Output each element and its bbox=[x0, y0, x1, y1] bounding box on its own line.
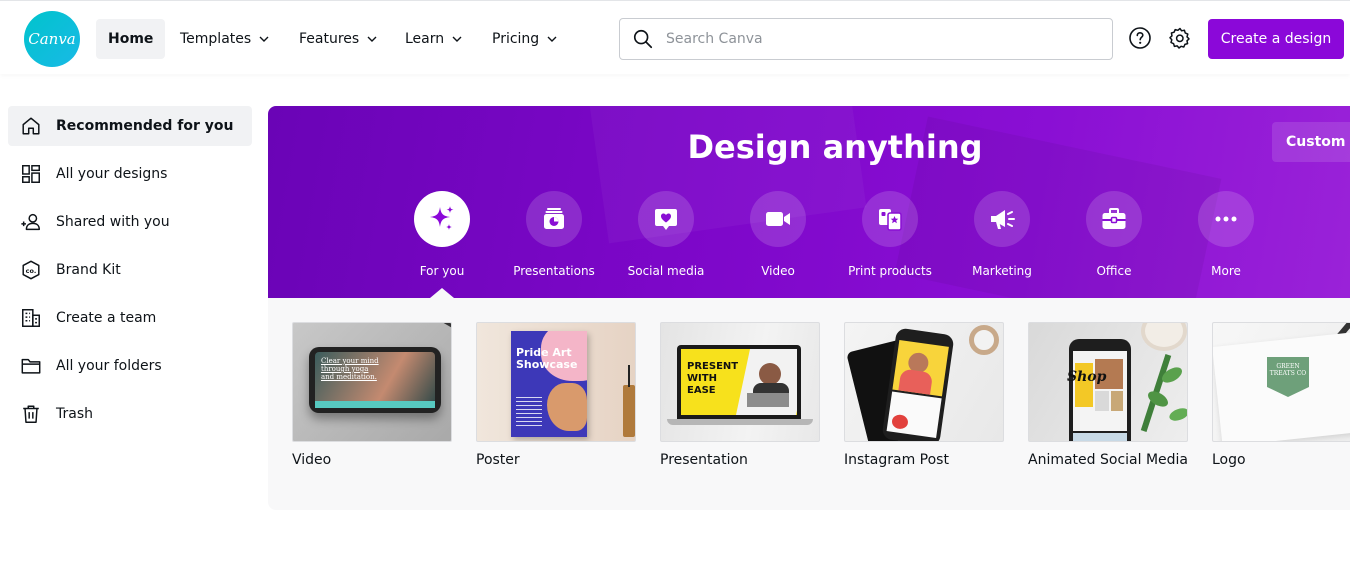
category-label: Social media bbox=[627, 264, 705, 278]
nav-learn-label: Learn bbox=[405, 31, 445, 47]
video-camera-icon bbox=[766, 212, 790, 226]
design-card-label: Instagram Post bbox=[844, 452, 949, 468]
top-navigation-bar: Canva Home Templates Features Learn Pric… bbox=[0, 0, 1350, 74]
heart-chat-icon bbox=[655, 209, 677, 230]
category-office[interactable]: Office bbox=[1058, 191, 1170, 278]
nav-pricing-label: Pricing bbox=[492, 31, 540, 47]
design-card-label: Animated Social Media bbox=[1028, 452, 1189, 468]
sidebar-item-label: All your folders bbox=[56, 358, 162, 374]
category-social-media[interactable]: Social media bbox=[610, 191, 722, 278]
more-dots-icon bbox=[1215, 216, 1237, 222]
create-design-button[interactable]: Create a design bbox=[1208, 19, 1344, 59]
home-icon bbox=[22, 117, 40, 135]
design-card-animated-social-media[interactable]: Shop Animated Social Media bbox=[1028, 322, 1188, 468]
gear-icon bbox=[1169, 27, 1190, 49]
recommended-designs-panel: Clear your mind through yoga and meditat… bbox=[268, 298, 1350, 510]
sidebar-item-shared[interactable]: Shared with you bbox=[8, 202, 252, 242]
nav-home-label: Home bbox=[108, 31, 154, 47]
settings-button[interactable] bbox=[1167, 25, 1193, 51]
custom-size-button[interactable]: Custom s bbox=[1272, 122, 1350, 162]
nav-pricing[interactable]: Pricing bbox=[480, 19, 571, 59]
trash-icon bbox=[23, 405, 39, 423]
sidebar: Recommended for you All your designs Sha… bbox=[8, 106, 252, 442]
design-card-label: Presentation bbox=[660, 452, 748, 468]
chevron-down-icon bbox=[452, 36, 462, 42]
sidebar-item-label: Brand Kit bbox=[56, 262, 121, 278]
brand-kit-icon: co. bbox=[22, 260, 40, 280]
nav-learn[interactable]: Learn bbox=[393, 19, 476, 59]
sidebar-item-label: Trash bbox=[56, 406, 93, 422]
sidebar-item-create-team[interactable]: Create a team bbox=[8, 298, 252, 338]
sidebar-item-all-designs[interactable]: All your designs bbox=[8, 154, 252, 194]
poster-thumbnail-text: Pride Art Showcase bbox=[516, 346, 578, 371]
category-label: Video bbox=[761, 264, 795, 278]
category-marketing[interactable]: Marketing bbox=[946, 191, 1058, 278]
category-label: Print products bbox=[848, 264, 932, 278]
nav-templates[interactable]: Templates bbox=[168, 19, 283, 59]
sparkle-icon bbox=[430, 206, 454, 230]
category-for-you[interactable]: For you bbox=[386, 191, 498, 278]
sidebar-item-label: Shared with you bbox=[56, 214, 170, 230]
category-label: Marketing bbox=[972, 264, 1032, 278]
nav-templates-label: Templates bbox=[180, 31, 252, 47]
svg-text:co.: co. bbox=[26, 267, 37, 275]
nav-home[interactable]: Home bbox=[96, 19, 166, 59]
category-print-products[interactable]: Print products bbox=[834, 191, 946, 278]
help-button[interactable] bbox=[1127, 25, 1153, 51]
grid-icon bbox=[22, 165, 40, 183]
sidebar-item-recommended[interactable]: Recommended for you bbox=[8, 106, 252, 146]
animated-thumbnail-text: Shop bbox=[1067, 369, 1107, 385]
design-card-label: Logo bbox=[1212, 452, 1246, 468]
selected-category-pointer bbox=[430, 288, 454, 298]
poster-thumbnail: Pride Art Showcase bbox=[476, 322, 636, 442]
design-card-poster[interactable]: Pride Art Showcase Poster bbox=[476, 322, 636, 468]
design-card-label: Video bbox=[292, 452, 332, 468]
megaphone-icon bbox=[991, 210, 1015, 229]
chevron-down-icon bbox=[259, 36, 269, 42]
logo-thumbnail-text: GREEN TREATS CO bbox=[1269, 363, 1307, 377]
design-card-logo[interactable]: GREEN TREATS CO Logo bbox=[1212, 322, 1350, 468]
logo-thumbnail: GREEN TREATS CO bbox=[1212, 322, 1350, 442]
category-label: Presentations bbox=[513, 264, 595, 278]
shared-users-icon bbox=[21, 213, 40, 231]
presentation-thumbnail: PRESENT WITH EASE bbox=[660, 322, 820, 442]
sidebar-item-brand-kit[interactable]: co. Brand Kit bbox=[8, 250, 252, 290]
video-thumbnail: Clear your mind through yoga and meditat… bbox=[292, 322, 452, 442]
design-card-presentation[interactable]: PRESENT WITH EASE Presentation bbox=[660, 322, 820, 468]
print-products-icon bbox=[879, 209, 902, 231]
canva-logo[interactable]: Canva bbox=[24, 11, 80, 67]
category-presentations[interactable]: Presentations bbox=[498, 191, 610, 278]
presentation-thumbnail-text: PRESENT WITH EASE bbox=[687, 361, 739, 396]
search-bar[interactable] bbox=[619, 18, 1113, 60]
instagram-post-thumbnail bbox=[844, 322, 1004, 442]
sidebar-item-folders[interactable]: All your folders bbox=[8, 346, 252, 386]
sidebar-item-label: All your designs bbox=[56, 166, 168, 182]
nav-features-label: Features bbox=[299, 31, 360, 47]
nav-features[interactable]: Features bbox=[287, 19, 391, 59]
sidebar-item-label: Create a team bbox=[56, 310, 157, 326]
category-label: Office bbox=[1096, 264, 1132, 278]
video-thumbnail-text: Clear your mind through yoga and meditat… bbox=[321, 357, 379, 381]
category-label: More bbox=[1211, 264, 1241, 278]
design-card-label: Poster bbox=[476, 452, 520, 468]
folder-icon bbox=[21, 358, 41, 374]
building-icon bbox=[22, 309, 40, 327]
chevron-down-icon bbox=[547, 36, 557, 42]
category-video[interactable]: Video bbox=[722, 191, 834, 278]
design-anything-banner: Design anything Custom s For you Present… bbox=[268, 106, 1350, 298]
category-label: For you bbox=[419, 264, 465, 278]
banner-title: Design anything bbox=[687, 128, 983, 166]
search-icon bbox=[633, 29, 653, 49]
sidebar-item-trash[interactable]: Trash bbox=[8, 394, 252, 434]
design-card-instagram-post[interactable]: Instagram Post bbox=[844, 322, 1004, 468]
presentation-icon bbox=[544, 208, 564, 229]
animated-social-media-thumbnail: Shop bbox=[1028, 322, 1188, 442]
help-circle-icon bbox=[1129, 27, 1151, 49]
category-more[interactable]: More bbox=[1170, 191, 1282, 278]
chevron-down-icon bbox=[367, 36, 377, 42]
sidebar-item-label: Recommended for you bbox=[56, 118, 234, 134]
search-input[interactable] bbox=[666, 31, 1086, 47]
design-card-video[interactable]: Clear your mind through yoga and meditat… bbox=[292, 322, 452, 468]
briefcase-icon bbox=[1102, 208, 1126, 229]
